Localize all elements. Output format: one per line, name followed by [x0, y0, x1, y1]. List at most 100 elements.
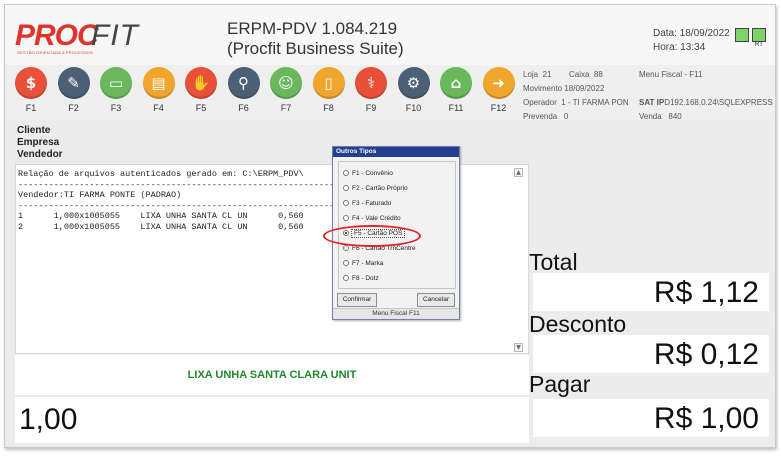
desconto-label: Desconto: [529, 311, 627, 337]
payment-option-label: F4 - Vale Crédito: [352, 215, 401, 222]
app-title-line2: (Procfit Business Suite): [227, 39, 404, 58]
status-square-right: [752, 28, 766, 42]
pagar-label: Pagar: [529, 371, 591, 397]
venda-label: Venda: [639, 112, 662, 121]
fkey-label: F11: [448, 103, 464, 113]
prevenda-value: 0: [563, 112, 569, 121]
highlight-annotation-ring: [323, 225, 421, 247]
scroll-up-arrow[interactable]: ▲: [514, 168, 523, 177]
logo-fit: FIT: [91, 19, 139, 52]
pagar-value: R$ 1,00: [533, 399, 769, 437]
vendedor-label: Vendedor: [17, 149, 63, 160]
app-title: ERPM-PDV 1.084.219 (Procfit Business Sui…: [227, 19, 404, 59]
pen-icon: ✎: [57, 67, 90, 99]
pdv-window: PROC FIT GESTÃO ORIENTADA A PROCESSOS ER…: [4, 4, 776, 448]
payment-option-label: F2 - Cartão Próprio: [352, 185, 408, 192]
movimento-row: Movimento 18/09/2022: [523, 82, 604, 96]
sat-label: SAT IP: [639, 98, 665, 107]
sat-value: D192.168.0.24\SQLEXPRESS: [664, 98, 773, 107]
loja-label: Loja: [523, 70, 539, 79]
payment-option[interactable]: F3 - Faturado: [343, 198, 391, 210]
fkey-label: F3: [110, 103, 122, 113]
fkey-f10-button[interactable]: ⚙ F10: [396, 67, 434, 117]
fkey-label: F10: [405, 103, 422, 113]
payment-option[interactable]: F7 - Marka: [343, 258, 383, 270]
radio-icon[interactable]: [343, 200, 349, 206]
payment-option[interactable]: F4 - Vale Crédito: [343, 213, 401, 225]
prevenda-row: Prevenda 0: [523, 110, 568, 124]
payment-option[interactable]: F8 - Dotz: [343, 273, 379, 285]
radio-icon[interactable]: [343, 215, 349, 221]
venda-value: 840: [668, 112, 682, 121]
customer-labels: Cliente Empresa Vendedor: [17, 125, 63, 161]
fkey-f4-button[interactable]: ▤ F4: [141, 67, 179, 117]
movimento-label: Movimento: [523, 84, 563, 93]
sat-row: SAT IPD192.168.0.24\SQLEXPRESS: [639, 96, 773, 110]
status-square-left: [735, 28, 749, 42]
fkey-label: F4: [153, 103, 164, 113]
status-indicators: RT: [735, 28, 769, 48]
fkey-f11-button[interactable]: ⌂ F11: [438, 67, 476, 117]
id-card-icon: ▤: [142, 67, 175, 99]
total-label: Total: [529, 249, 578, 275]
hand-card-icon: ✋: [185, 67, 217, 99]
search-icon: ⚲: [227, 67, 260, 99]
total-value: R$ 1,12: [533, 273, 769, 311]
operador-value: 1 - TI FARMA PON: [561, 98, 629, 107]
payment-option-label: F7 - Marka: [352, 260, 384, 267]
procfit-logo: PROC FIT GESTÃO ORIENTADA A PROCESSOS: [15, 19, 175, 55]
caduceus-icon: ⚕: [355, 67, 387, 99]
fkey-f2-button[interactable]: ✎ F2: [56, 67, 94, 117]
caixa-row: Caixa 88: [569, 68, 603, 82]
logo-proc: PROC: [15, 19, 99, 52]
radio-icon[interactable]: [343, 260, 349, 266]
fkey-label: F6: [238, 103, 249, 113]
scroll-down-arrow[interactable]: ▼: [514, 343, 523, 352]
radio-icon[interactable]: [343, 170, 349, 176]
loja-value: 21: [542, 70, 552, 79]
fkey-f5-button[interactable]: ✋ F5: [183, 67, 221, 117]
confirm-button[interactable]: Confirmar: [337, 293, 377, 307]
fkey-label: F2: [68, 103, 79, 113]
dialog-footer: Menu Fiscal F11: [333, 308, 459, 319]
money-icon: $: [15, 67, 47, 99]
fkey-f1-button[interactable]: $ F1: [13, 67, 51, 117]
fkey-f8-button[interactable]: ▯ F8: [311, 67, 349, 117]
fkey-f9-button[interactable]: ⚕ F9: [353, 67, 391, 117]
fkey-f7-button[interactable]: ☺ F7: [268, 67, 306, 117]
movimento-value: 18/09/2022: [564, 84, 605, 93]
fkey-label: F9: [365, 103, 377, 113]
fkey-f6-button[interactable]: ⚲ F6: [226, 67, 264, 117]
fkey-label: F5: [195, 103, 207, 113]
payment-option-label: F8 - Dotz: [352, 275, 379, 282]
arrow-right-icon: ➜: [482, 67, 515, 99]
fkey-f12-button[interactable]: ➜ F12: [481, 67, 519, 117]
menu-fiscal-label: Menu Fiscal - F11: [639, 70, 703, 79]
payment-option[interactable]: F2 - Cartão Próprio: [343, 183, 408, 195]
users-icon: ☺: [270, 67, 302, 99]
payment-option[interactable]: F1 - Convênio: [343, 168, 393, 180]
loja-row: Loja 21: [523, 68, 551, 82]
fkey-label: F12: [490, 103, 507, 113]
operador-row: Operador 1 - TI FARMA PON: [523, 96, 629, 110]
fkey-label: F1: [25, 103, 37, 113]
fkey-label: F8: [323, 103, 334, 113]
current-product-name: LIXA UNHA SANTA CLARA UNIT: [15, 355, 529, 395]
radio-icon[interactable]: [343, 275, 349, 281]
status-right-label: RT: [755, 42, 763, 48]
prevenda-label: Prevenda: [523, 112, 558, 121]
date-time: Data: 18/09/2022 Hora: 13:34: [653, 27, 730, 55]
cancel-button[interactable]: Cancelar: [417, 293, 455, 307]
dialog-title: Outros Tipos: [333, 147, 459, 157]
bank-icon: ⌂: [440, 67, 472, 99]
radio-icon[interactable]: [343, 245, 349, 251]
caixa-label: Caixa: [569, 70, 590, 79]
payment-option-label: F3 - Faturado: [352, 200, 392, 207]
radio-icon[interactable]: [343, 185, 349, 191]
date-label: Data: 18/09/2022: [653, 28, 730, 39]
card-icon: ▭: [100, 67, 132, 99]
app-title-line1: ERPM-PDV 1.084.219: [227, 19, 398, 38]
fkey-f3-button[interactable]: ▭ F3: [98, 67, 136, 117]
caixa-value: 88: [593, 70, 603, 79]
gears-icon: ⚙: [397, 67, 430, 99]
